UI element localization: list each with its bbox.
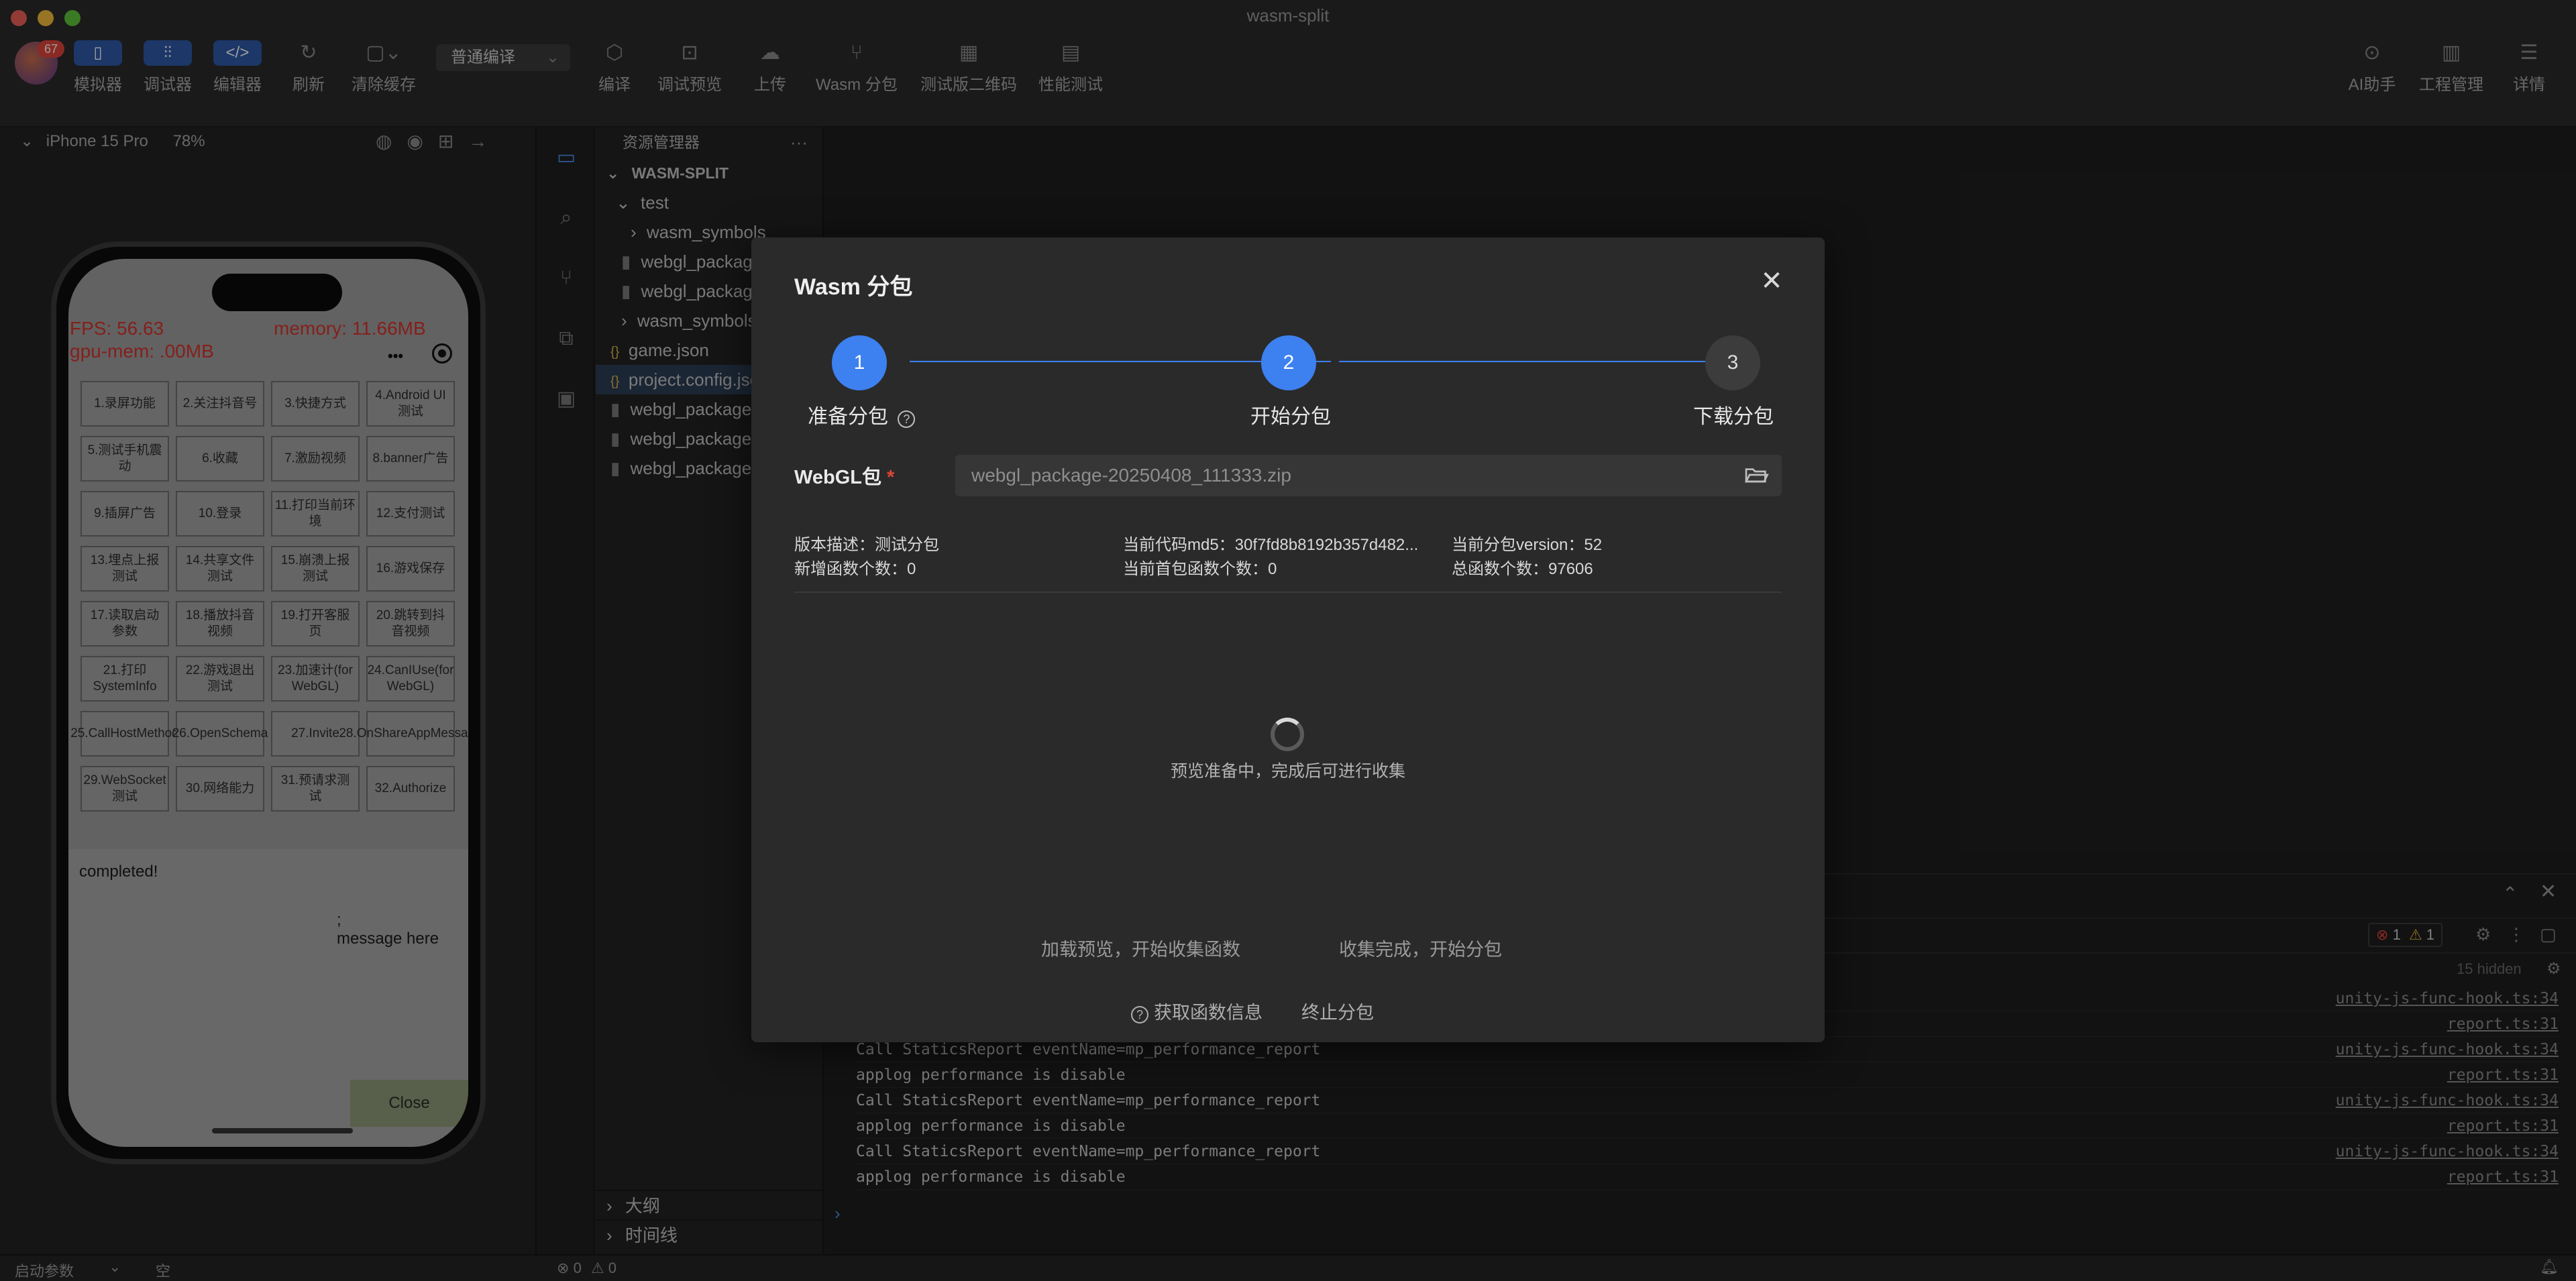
phase-collect-functions: 加载预览，开始收集函数 xyxy=(1041,940,1240,960)
version-description: 版本描述：测试分包 xyxy=(794,536,939,554)
loading-spinner-icon xyxy=(1271,718,1304,751)
get-function-info-button[interactable]: ? 获取函数信息 xyxy=(1131,998,1263,1024)
step-1-label: 准备分包 ? xyxy=(808,400,916,429)
total-function-count: 总函数个数：97606 xyxy=(1452,560,1593,578)
step-2-indicator: 2 xyxy=(1261,335,1316,390)
step-3-label: 下载分包 xyxy=(1693,406,1774,428)
wasm-split-dialog: Wasm 分包 ✕ 1 2 3 准备分包 ? 开始分包 下载分包 WebGL包 … xyxy=(751,237,1825,1042)
new-function-count: 新增函数个数：0 xyxy=(794,560,916,578)
webgl-package-input[interactable] xyxy=(955,455,1782,496)
phase-start-split: 收集完成，开始分包 xyxy=(1339,940,1502,960)
first-package-function-count: 当前首包函数个数：0 xyxy=(1123,560,1277,578)
stop-split-button[interactable]: 终止分包 xyxy=(1301,998,1374,1024)
dialog-title: Wasm 分包 xyxy=(794,274,913,300)
step-1-indicator: 1 xyxy=(832,335,887,390)
step-3-indicator: 3 xyxy=(1705,335,1760,390)
current-md5: 当前代码md5：30f7fd8b8192b357d482... xyxy=(1123,536,1419,554)
split-version: 当前分包version：52 xyxy=(1452,536,1603,554)
loading-status: 预览准备中，完成后可进行收集 xyxy=(1170,762,1405,781)
divider xyxy=(794,592,1782,593)
close-icon[interactable]: ✕ xyxy=(1755,264,1788,298)
step-connector xyxy=(1339,361,1705,362)
help-icon[interactable]: ? xyxy=(898,410,916,428)
step-2-label: 开始分包 xyxy=(1250,406,1331,428)
webgl-package-label: WebGL包 * xyxy=(794,467,895,488)
folder-open-icon[interactable] xyxy=(1743,461,1770,488)
help-icon: ? xyxy=(1131,1006,1148,1023)
